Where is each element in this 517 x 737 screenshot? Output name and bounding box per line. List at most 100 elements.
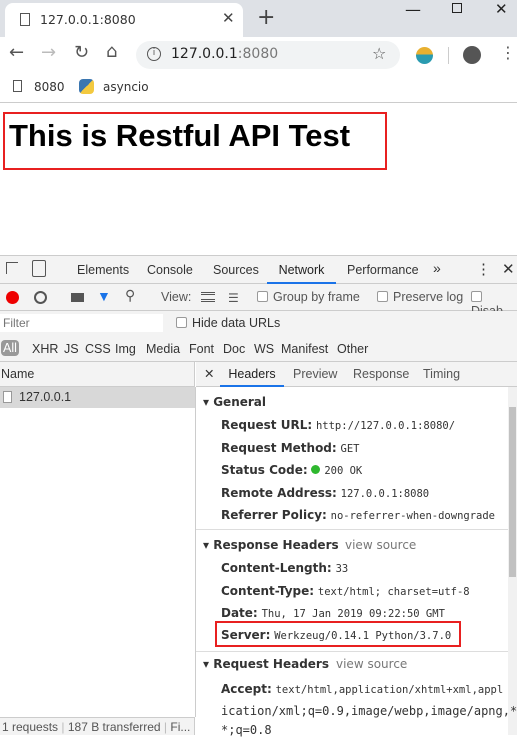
type-media[interactable]: Media <box>146 342 180 356</box>
info-icon: i <box>147 47 161 61</box>
profile-icon[interactable] <box>463 46 481 64</box>
forward-icon[interactable]: → <box>41 42 56 63</box>
name-header-label: Name <box>1 367 35 381</box>
url-host: 127.0.0.1 <box>171 46 238 62</box>
search-icon[interactable]: ⚲ <box>125 287 135 304</box>
home-icon[interactable]: ⌂ <box>106 41 117 62</box>
general-title: General <box>213 395 267 409</box>
maximize-button[interactable] <box>452 3 462 13</box>
type-manifest[interactable]: Manifest <box>281 342 328 356</box>
browser-tab[interactable]: 127.0.0.1:8080 ✕ <box>5 3 243 37</box>
clear-icon[interactable] <box>34 291 47 304</box>
group-by-frame-checkbox[interactable]: Group by frame <box>257 290 360 304</box>
tab-console[interactable]: Console <box>147 263 193 277</box>
tab-sources[interactable]: Sources <box>213 263 259 277</box>
close-window-button[interactable]: ✕ <box>495 0 508 18</box>
header-value: 33 <box>335 563 349 575</box>
heading-highlight: This is Restful API Test <box>3 112 387 170</box>
separator <box>448 47 449 64</box>
address-bar[interactable]: i 127.0.0.1:8080 ☆ <box>136 41 400 69</box>
preserve-log-checkbox[interactable]: Preserve log <box>377 290 463 304</box>
type-css[interactable]: CSS <box>85 342 111 356</box>
tab-preview[interactable]: Preview <box>293 367 337 381</box>
header-key: Request Method: <box>221 441 337 455</box>
device-toggle-icon[interactable] <box>32 260 46 277</box>
header-key: Referrer Policy: <box>221 508 327 522</box>
tab-response[interactable]: Response <box>353 367 409 381</box>
tab-network[interactable]: Network <box>267 263 336 284</box>
header-row: Content-Length: 33 <box>221 561 348 575</box>
document-icon <box>3 391 12 403</box>
new-tab-button[interactable]: + <box>257 5 275 30</box>
filter-row: Hide data URLs <box>0 311 517 337</box>
header-key: Request URL: <box>221 418 313 432</box>
request-row[interactable]: 127.0.0.1 <box>0 387 195 408</box>
bookmark-8080[interactable]: 8080 <box>34 80 65 94</box>
status-transferred: 187 B transferred <box>67 720 161 734</box>
scrollbar[interactable] <box>508 387 517 735</box>
page-heading: This is Restful API Test <box>9 118 351 153</box>
request-name: 127.0.0.1 <box>19 390 72 404</box>
header-key: Content-Length: <box>221 561 332 575</box>
tab-timing[interactable]: Timing <box>423 367 460 381</box>
screenshot-icon[interactable] <box>71 293 84 302</box>
response-view-source-link[interactable]: view source <box>345 538 416 552</box>
request-headers-section-header[interactable]: ▾ Request Headers <box>203 657 329 671</box>
header-value: Thu, 17 Jan 2019 09:22:50 GMT <box>261 608 445 620</box>
bookmarks-bar: 8080 asyncio <box>0 72 517 103</box>
request-view-source-link[interactable]: view source <box>336 657 407 671</box>
close-devtools-icon[interactable]: ✕ <box>502 260 515 278</box>
inspect-icon[interactable] <box>6 262 18 274</box>
hide-data-urls-checkbox[interactable]: Hide data URLs <box>176 316 280 330</box>
divider <box>196 651 508 652</box>
header-row: Date: Thu, 17 Jan 2019 09:22:50 GMT <box>221 606 445 620</box>
type-other[interactable]: Other <box>337 342 368 356</box>
close-detail-icon[interactable]: ✕ <box>204 366 214 381</box>
hide-data-urls-label: Hide data URLs <box>192 316 281 330</box>
devtools-menu-icon[interactable]: ⋮ <box>476 260 491 278</box>
bookmark-star-icon[interactable]: ☆ <box>372 44 386 63</box>
close-tab-icon[interactable]: ✕ <box>222 9 235 27</box>
header-value: 127.0.0.1:8080 <box>340 488 430 500</box>
name-column-header[interactable]: Name <box>0 362 195 387</box>
header-row: Content-Type: text/html; charset=utf-8 <box>221 584 470 598</box>
type-all[interactable]: All <box>1 340 19 356</box>
back-icon[interactable]: ← <box>9 42 24 63</box>
general-section-header[interactable]: ▾ General <box>203 395 266 409</box>
extension-icon[interactable] <box>416 47 433 64</box>
record-icon[interactable] <box>6 291 19 304</box>
filter-icon[interactable]: ▼ <box>97 288 111 304</box>
type-doc[interactable]: Doc <box>223 342 245 356</box>
minimize-button[interactable]: — <box>405 0 421 19</box>
response-headers-title: Response Headers <box>213 538 339 552</box>
status-requests: 1 requests <box>2 720 59 734</box>
type-img[interactable]: Img <box>115 342 136 356</box>
menu-icon[interactable]: ⋮ <box>500 43 516 62</box>
type-ws[interactable]: WS <box>254 342 274 356</box>
page-icon <box>13 80 22 92</box>
header-value-continued: ication/xml;q=0.9,image/webp,image/apng,… <box>221 704 517 718</box>
divider <box>196 529 508 530</box>
type-filter-row: All XHR JS CSS Img Media Font Doc WS Man… <box>0 337 517 362</box>
tab-elements[interactable]: Elements <box>77 263 129 277</box>
type-xhr[interactable]: XHR <box>32 342 58 356</box>
more-tabs-icon[interactable]: » <box>433 260 441 276</box>
waterfall-icon[interactable]: ☰ <box>228 291 239 305</box>
header-value: text/html; charset=utf-8 <box>317 586 470 598</box>
bookmark-asyncio[interactable]: asyncio <box>103 80 149 94</box>
devtools-tabbar: Elements Console Sources Network Perform… <box>0 256 517 284</box>
header-value: 200 OK <box>324 465 363 477</box>
large-rows-icon[interactable] <box>201 292 215 302</box>
type-js[interactable]: JS <box>64 342 79 356</box>
header-row: Referrer Policy: no-referrer-when-downgr… <box>221 508 495 522</box>
type-font[interactable]: Font <box>189 342 214 356</box>
tab-performance[interactable]: Performance <box>347 263 419 277</box>
tab-headers[interactable]: Headers <box>220 367 284 387</box>
reload-icon[interactable]: ↻ <box>74 42 89 63</box>
header-value: GET <box>340 443 360 455</box>
filter-input[interactable] <box>0 314 163 332</box>
network-toolbar: ▼ ⚲ View: ☰ Group by frame Preserve log … <box>0 284 517 318</box>
header-value: http://127.0.0.1:8080/ <box>315 420 456 432</box>
response-headers-section-header[interactable]: ▾ Response Headers <box>203 538 339 552</box>
status-bar: 1 requests | 187 B transferred | Fi... <box>0 717 195 735</box>
